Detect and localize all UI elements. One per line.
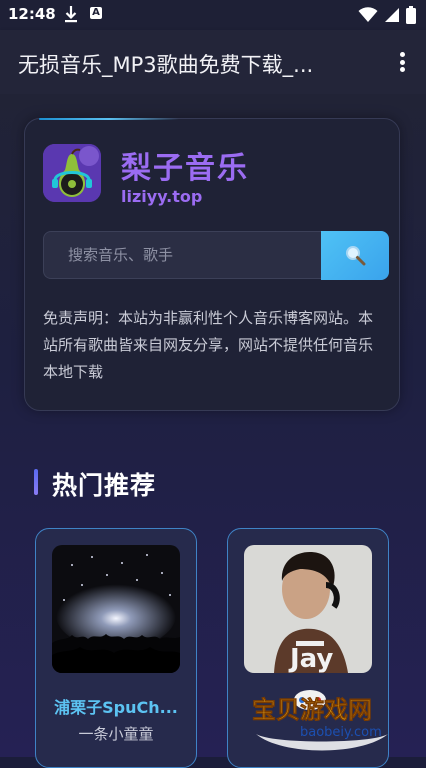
section-accent-bar [34,469,38,495]
status-bar: 12:48 A [0,0,426,30]
site-name: 梨子音乐 [121,151,249,186]
header-card: 梨子音乐 liziyy.top 免责声明：本站为非赢利性个人音乐博客网站。本站所… [24,118,400,411]
site-url[interactable]: liziyy.top [121,187,202,206]
song-artist: 一条小童童 [78,725,154,743]
signal-icon [385,8,399,22]
search-input[interactable] [43,231,323,279]
watermark-url: baobeiy.com [300,725,382,740]
pear-logo-icon [43,144,101,202]
more-options-button[interactable] [392,50,412,74]
status-time: 12:48 [8,5,56,23]
search-icon [346,246,366,266]
song-card[interactable]: 浦栗子SpuCh... 一条小童童 [35,528,197,768]
wifi-icon [358,7,378,22]
notification-a-icon: A [90,7,102,19]
jay-album-cover-image: Jay [244,545,372,673]
concert-cover-image [52,545,180,673]
site-logo[interactable] [43,144,101,202]
dot-icon [399,67,405,72]
battery-icon [406,6,416,24]
section-title: 热门推荐 [52,471,157,500]
download-icon [65,6,77,23]
status-icons [358,5,416,25]
dot-icon [399,52,405,57]
app-bar: 无损音乐_MP3歌曲免费下载_... [0,30,426,94]
song-title: 浦栗子SpuCh... [54,698,178,717]
search-button[interactable] [321,231,389,280]
disclaimer-text: 免责声明：本站为非赢利性个人音乐博客网站。本站所有歌曲皆来自网友分享，网站不提供… [43,309,374,381]
album-title-text: Jay [288,644,333,673]
watermark-text: 宝贝游戏网 [252,696,372,724]
dot-icon [399,59,405,65]
song-cover [52,545,180,673]
watermark-logo: 宝贝游戏网 baobeiy.com [252,690,388,751]
page-title: 无损音乐_MP3歌曲免费下载_... [18,53,314,77]
song-cover: Jay [244,545,372,673]
